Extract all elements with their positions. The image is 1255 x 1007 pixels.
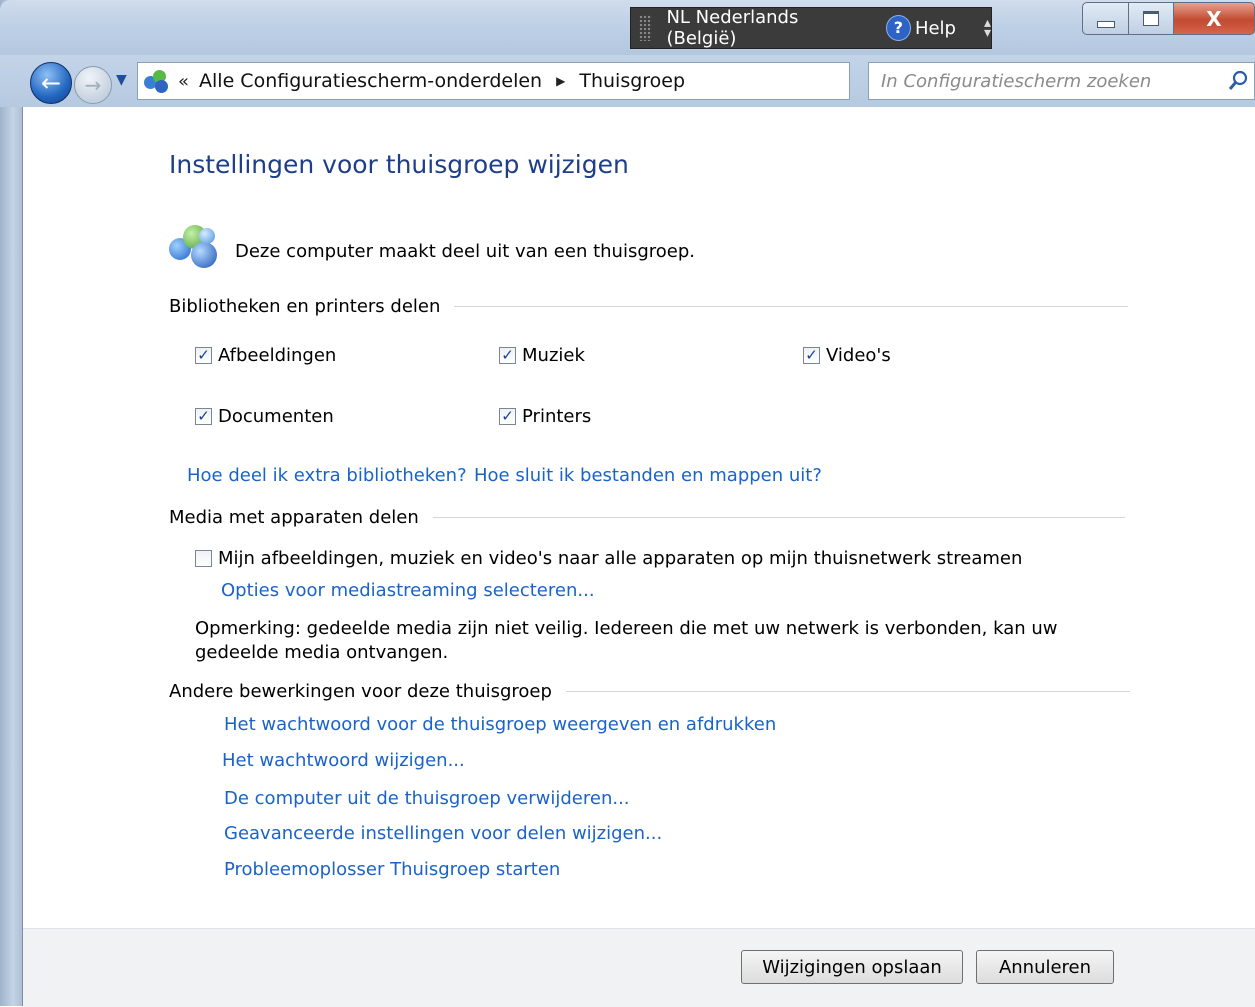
link-advanced-sharing-settings[interactable]: Geavanceerde instellingen voor delen wij…: [224, 823, 662, 844]
breadcrumb-arrow-icon[interactable]: ▶: [556, 74, 565, 88]
checkbox-music-label[interactable]: Muziek: [522, 345, 585, 366]
control-panel-window: NL Nederlands (België) ? Help ▴ ▾ X ← → ▼…: [0, 0, 1255, 1007]
checkbox-pictures-box[interactable]: ✓: [195, 347, 212, 364]
language-bar-grip-icon[interactable]: [639, 15, 653, 41]
media-section-title: Media met apparaten delen: [169, 507, 419, 528]
minimize-button[interactable]: [1082, 2, 1129, 35]
page-title: Instellingen voor thuisgroep wijzigen: [169, 150, 629, 179]
forward-arrow-icon: →: [84, 73, 102, 97]
media-section-heading: Media met apparaten delen: [169, 507, 1125, 528]
checkbox-documents-box[interactable]: ✓: [195, 408, 212, 425]
breadcrumb-homegroup[interactable]: Thuisgroep: [579, 70, 685, 92]
link-homegroup-troubleshooter[interactable]: Probleemoplosser Thuisgroep starten: [224, 859, 560, 880]
cancel-button[interactable]: Annuleren: [976, 950, 1114, 984]
recent-pages-dropdown-icon[interactable]: ▼: [116, 72, 127, 88]
checkbox-media-streaming-box[interactable]: [195, 550, 212, 567]
checkbox-media-streaming[interactable]: Mijn afbeeldingen, muziek en video's naa…: [195, 548, 1022, 569]
address-bar[interactable]: « Alle Configuratiescherm-onderdelen ▶ T…: [137, 62, 977, 100]
back-arrow-icon: ←: [40, 69, 62, 97]
section-divider: [432, 517, 1125, 518]
language-indicator[interactable]: NL Nederlands (België): [666, 7, 865, 49]
section-divider: [565, 691, 1130, 692]
checkbox-music[interactable]: ✓ Muziek: [499, 345, 585, 366]
link-share-extra-libraries[interactable]: Hoe deel ik extra bibliotheken?: [187, 465, 467, 486]
breadcrumb-overflow[interactable]: «: [178, 71, 189, 92]
forward-button[interactable]: →: [74, 66, 112, 104]
checkbox-videos-label[interactable]: Video's: [826, 345, 891, 366]
link-leave-homegroup[interactable]: De computer uit de thuisgroep verwijdere…: [224, 788, 630, 809]
help-label[interactable]: Help: [915, 18, 956, 39]
checkbox-documents-label[interactable]: Documenten: [218, 406, 334, 427]
language-bar[interactable]: NL Nederlands (België) ? Help ▴ ▾: [630, 7, 992, 49]
checkbox-media-streaming-label[interactable]: Mijn afbeeldingen, muziek en video's naa…: [218, 548, 1022, 569]
checkbox-videos[interactable]: ✓ Video's: [803, 345, 891, 366]
minimize-icon: [1096, 21, 1115, 28]
checkbox-pictures[interactable]: ✓ Afbeeldingen: [195, 345, 336, 366]
save-changes-button[interactable]: Wijzigingen opslaan: [741, 950, 963, 984]
link-media-streaming-options[interactable]: Opties voor mediastreaming selecteren...: [221, 580, 595, 601]
share-section-heading: Bibliotheken en printers delen: [169, 296, 1129, 317]
checkbox-documents[interactable]: ✓ Documenten: [195, 406, 334, 427]
checkbox-pictures-label[interactable]: Afbeeldingen: [218, 345, 336, 366]
homegroup-status: Deze computer maakt deel uit van een thu…: [169, 222, 695, 272]
homegroup-status-text: Deze computer maakt deel uit van een thu…: [235, 240, 696, 262]
control-panel-icon: [144, 68, 170, 94]
search-placeholder: In Configuratiescherm zoeken: [881, 70, 1152, 92]
checkbox-printers[interactable]: ✓ Printers: [499, 406, 591, 427]
back-button[interactable]: ←: [30, 62, 72, 104]
section-divider: [454, 306, 1129, 307]
window-frame-left: [0, 0, 23, 1006]
link-change-password[interactable]: Het wachtwoord wijzigen...: [222, 750, 465, 771]
share-section-title: Bibliotheken en printers delen: [169, 296, 441, 317]
other-section-title: Andere bewerkingen voor deze thuisgroep: [169, 681, 552, 702]
checkbox-printers-label[interactable]: Printers: [522, 406, 591, 427]
search-icon[interactable]: [1228, 69, 1250, 91]
help-icon[interactable]: ?: [885, 15, 911, 41]
maximize-icon: [1143, 11, 1159, 26]
close-button[interactable]: X: [1173, 2, 1255, 35]
link-exclude-files[interactable]: Hoe sluit ik bestanden en mappen uit?: [474, 465, 822, 486]
language-bar-options-icon[interactable]: ▴ ▾: [984, 16, 991, 40]
maximize-button[interactable]: [1128, 2, 1174, 35]
breadcrumb-all-items[interactable]: Alle Configuratiescherm-onderdelen: [199, 70, 542, 92]
link-view-print-password[interactable]: Het wachtwoord voor de thuisgroep weerge…: [224, 714, 776, 735]
title-bar: NL Nederlands (België) ? Help ▴ ▾ X: [0, 0, 1255, 55]
search-input[interactable]: In Configuratiescherm zoeken: [868, 62, 1255, 100]
close-icon: X: [1206, 6, 1222, 31]
media-security-note: Opmerking: gedeelde media zijn niet veil…: [195, 618, 1058, 663]
checkbox-videos-box[interactable]: ✓: [803, 347, 820, 364]
other-section-heading: Andere bewerkingen voor deze thuisgroep: [169, 681, 1130, 702]
homegroup-icon: [169, 222, 223, 272]
checkbox-printers-box[interactable]: ✓: [499, 408, 516, 425]
checkbox-music-box[interactable]: ✓: [499, 347, 516, 364]
